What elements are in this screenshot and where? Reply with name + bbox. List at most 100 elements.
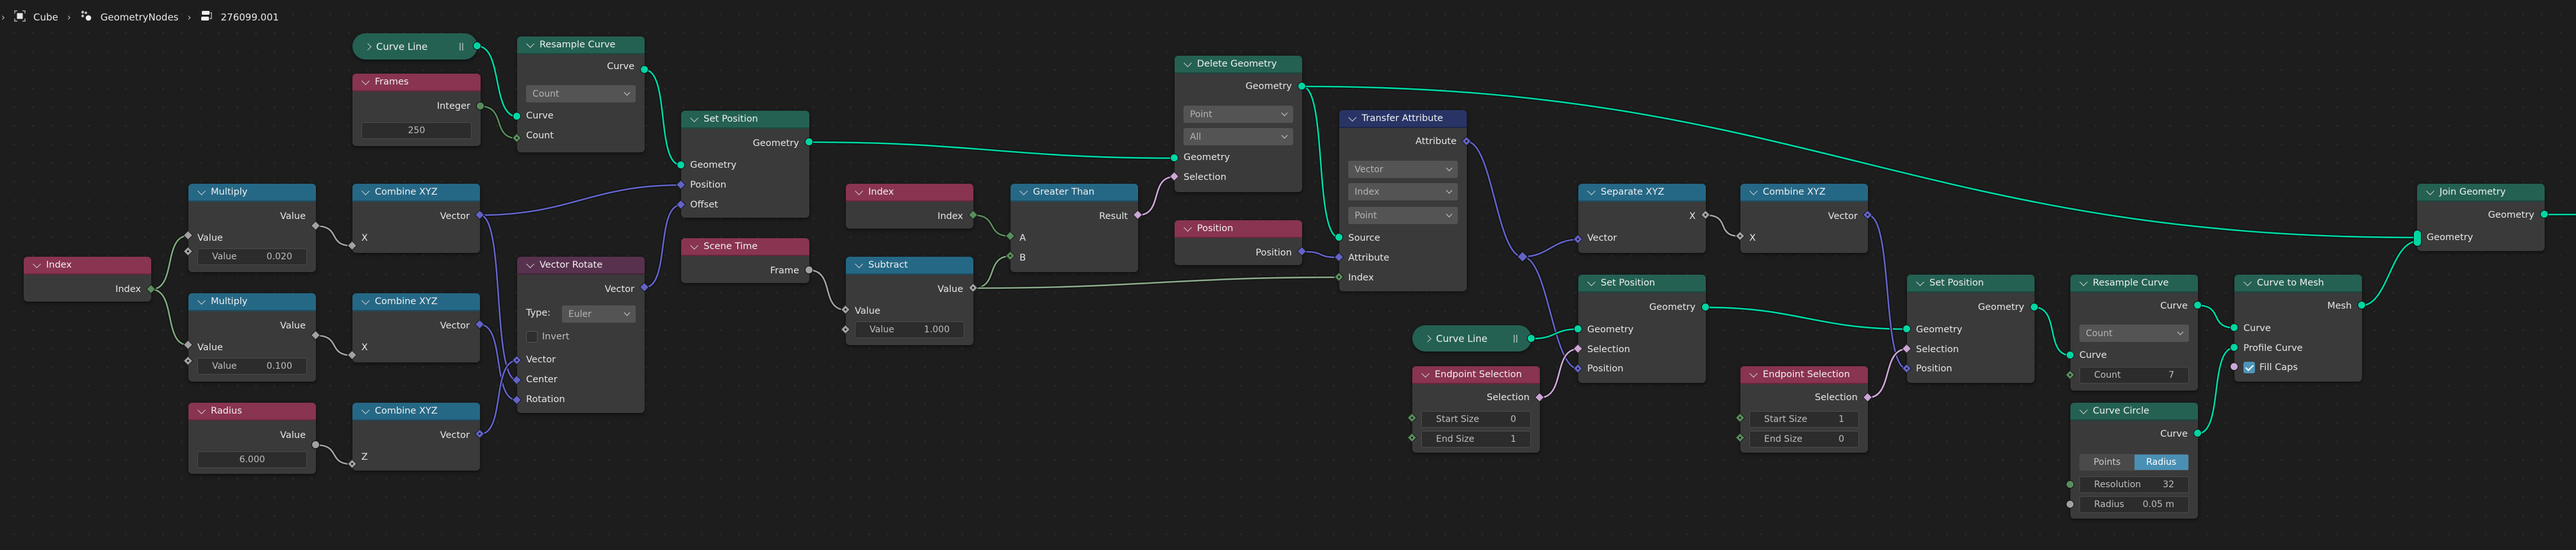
node-greater-than[interactable]: Greater Than Result A B [1011, 184, 1138, 272]
socket-circle-icon[interactable] [2193, 429, 2202, 437]
socket-circle-icon[interactable] [805, 138, 813, 146]
start-size-field[interactable]: Start Size 1 [1749, 411, 1859, 428]
collapse-chevron-icon[interactable] [1749, 186, 1758, 195]
socket-circle-icon[interactable] [311, 441, 320, 449]
value-field[interactable]: Value 1.000 [855, 321, 964, 338]
collapse-chevron-icon[interactable] [1184, 58, 1192, 67]
node-curve-line[interactable]: Curve Line [1412, 325, 1532, 352]
node-index[interactable]: Index Index [24, 257, 151, 302]
radius-field[interactable]: Radius 0.05 m [2079, 496, 2189, 513]
node-header[interactable]: Vector Rotate [517, 257, 645, 275]
node-header[interactable]: Position [1175, 220, 1302, 238]
mode-radius-button[interactable]: Radius [2134, 455, 2188, 470]
node-resample-curve[interactable]: Resample Curve Curve Count Curve Count [517, 36, 645, 152]
socket-circle-icon[interactable] [2540, 210, 2548, 218]
collapse-chevron-icon[interactable] [690, 113, 698, 122]
node-resample-curve[interactable]: Resample Curve Curve Count Curve Count 7 [2070, 275, 2198, 391]
resolution-field[interactable]: Resolution 32 [2079, 476, 2189, 493]
mode-dropdown[interactable]: Count [2079, 325, 2189, 342]
fill-caps-checkbox[interactable] [2243, 362, 2255, 373]
node-subtract[interactable]: Subtract Value Value Value 1.000 [846, 257, 973, 345]
collapse-chevron-icon[interactable] [2426, 186, 2434, 195]
node-header[interactable]: Join Geometry [2417, 184, 2545, 202]
expand-chevron-icon[interactable] [364, 42, 372, 51]
collapse-chevron-icon[interactable] [1184, 223, 1192, 232]
expand-chevron-icon[interactable] [1424, 334, 1432, 343]
collapse-chevron-icon[interactable] [197, 186, 206, 195]
breadcrumb-item-node-tree[interactable]: 276099.001 [201, 10, 279, 24]
breadcrumb-expand-icon[interactable]: › [1, 12, 5, 23]
node-header[interactable]: Curve Circle [2070, 403, 2198, 421]
socket-circle-icon[interactable] [805, 266, 813, 274]
node-header[interactable]: Index [846, 184, 973, 202]
socket-circle-icon[interactable] [1903, 325, 1911, 333]
node-set-position[interactable]: Set Position Geometry Geometry Selection… [1907, 275, 2035, 383]
collapse-chevron-icon[interactable] [855, 186, 863, 195]
domain-dropdown[interactable]: Point [1184, 106, 1293, 123]
collapse-chevron-icon[interactable] [361, 76, 370, 85]
socket-circle-icon[interactable] [2030, 303, 2038, 311]
node-header[interactable]: Resample Curve [2070, 275, 2198, 293]
node-multiply[interactable]: Multiply Value Value Value 0.020 [188, 184, 316, 272]
value-field[interactable]: Value 0.100 [197, 358, 307, 375]
node-scene-time[interactable]: Scene Time Frame [681, 238, 809, 283]
node-set-position[interactable]: Set Position Geometry Geometry Position … [681, 111, 809, 218]
node-header[interactable]: Delete Geometry [1175, 56, 1302, 74]
collapse-chevron-icon[interactable] [1587, 186, 1596, 195]
breadcrumb-item-modifier[interactable]: GeometryNodes [80, 10, 179, 24]
integer-field[interactable]: 250 [361, 122, 472, 139]
node-header[interactable]: Combine XYZ [352, 403, 480, 421]
value-field[interactable]: 6.000 [197, 451, 307, 468]
collapse-chevron-icon[interactable] [1916, 277, 1924, 286]
node-header[interactable]: Separate XYZ [1578, 184, 1706, 202]
node-header[interactable]: Subtract [846, 257, 973, 275]
node-header[interactable]: Set Position [1578, 275, 1706, 293]
node-header[interactable]: Endpoint Selection [1412, 366, 1540, 384]
node-delete-geometry[interactable]: Delete Geometry Geometry Point All Geome… [1175, 56, 1302, 192]
socket-circle-icon[interactable] [513, 112, 521, 120]
collapse-chevron-icon[interactable] [361, 186, 370, 195]
node-separate-xyz[interactable]: Separate XYZ X Vector [1578, 184, 1706, 253]
count-field[interactable]: Count 7 [2079, 367, 2189, 384]
node-header[interactable]: Multiply [188, 184, 316, 202]
value-field[interactable]: Value 0.020 [197, 248, 307, 265]
socket-circle-icon[interactable] [1574, 325, 1582, 333]
collapse-chevron-icon[interactable] [2079, 405, 2088, 414]
collapse-chevron-icon[interactable] [1587, 277, 1596, 286]
node-header[interactable]: Combine XYZ [352, 184, 480, 202]
node-header[interactable]: Curve to Mesh [2234, 275, 2362, 293]
collapse-chevron-icon[interactable] [1020, 186, 1028, 195]
node-header[interactable]: Frames [352, 74, 481, 92]
collapse-chevron-icon[interactable] [1421, 369, 1430, 378]
socket-circle-icon[interactable] [640, 65, 648, 74]
collapse-chevron-icon[interactable] [361, 405, 370, 414]
socket-circle-icon[interactable] [2193, 301, 2202, 309]
collapse-chevron-icon[interactable] [526, 259, 534, 268]
collapse-chevron-icon[interactable] [526, 39, 534, 48]
node-header[interactable]: Set Position [1907, 275, 2035, 293]
node-header[interactable]: Combine XYZ [1740, 184, 1868, 202]
node-index[interactable]: Index Index [846, 184, 973, 229]
mapping-dropdown[interactable]: Index [1348, 183, 1458, 200]
collapse-chevron-icon[interactable] [1348, 113, 1357, 122]
collapse-chevron-icon[interactable] [690, 241, 698, 250]
node-curve-circle[interactable]: Curve Circle Curve Points Radius Resolut… [2070, 403, 2198, 519]
node-header[interactable]: Resample Curve [517, 36, 645, 54]
mode-dropdown[interactable]: Count [526, 85, 636, 102]
socket-circle-icon[interactable] [2230, 343, 2238, 352]
invert-checkbox[interactable] [526, 331, 538, 343]
node-header[interactable]: Radius [188, 403, 316, 421]
collapse-chevron-icon[interactable] [33, 259, 41, 268]
domain-dropdown[interactable]: Point [1348, 207, 1458, 224]
node-curve-line[interactable]: Curve Line [352, 33, 477, 60]
socket-circle-icon[interactable] [476, 102, 484, 110]
node-transfer-attribute[interactable]: Transfer Attribute Attribute Vector Inde… [1339, 110, 1467, 291]
collapse-chevron-icon[interactable] [2079, 277, 2088, 286]
data-type-dropdown[interactable]: Vector [1348, 161, 1458, 178]
node-header[interactable]: Multiply [188, 293, 316, 311]
socket-circle-icon[interactable] [2066, 351, 2074, 359]
multi-input-socket-icon[interactable] [2413, 230, 2422, 247]
mode-dropdown[interactable]: All [1184, 128, 1293, 145]
collapse-chevron-icon[interactable] [197, 405, 206, 414]
mode-points-button[interactable]: Points [2080, 455, 2134, 470]
